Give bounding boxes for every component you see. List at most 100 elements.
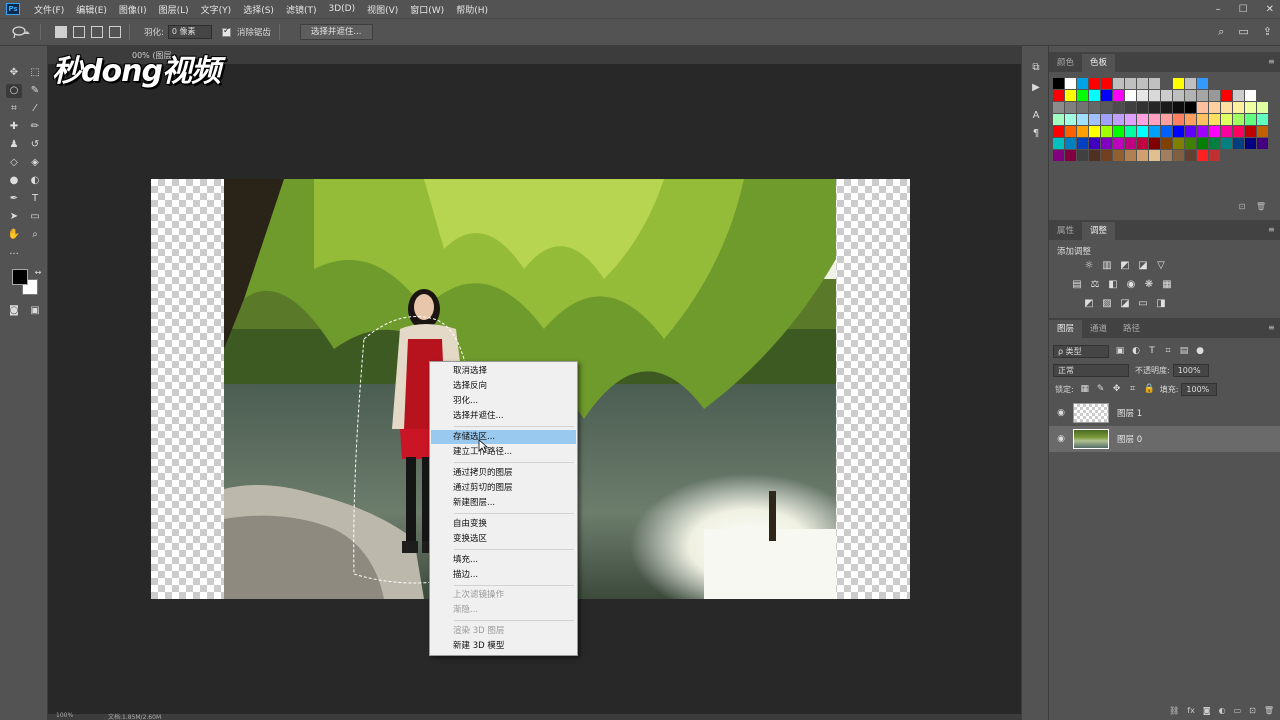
color-swatch[interactable] [1137,78,1148,89]
color-swatch[interactable] [1149,138,1160,149]
ctx-save-selection[interactable]: 存储选区... [431,430,576,444]
healing-tool-icon[interactable]: ✚ [6,120,22,134]
color-swatch[interactable] [1185,150,1196,161]
tab-adjustments[interactable]: 调整 [1082,222,1116,240]
pen-tool-icon[interactable]: ✒ [6,192,22,206]
minimize-icon[interactable]: – [1216,4,1221,15]
color-swatch[interactable] [1065,138,1076,149]
color-swatch[interactable] [1125,138,1136,149]
character-panel-icon[interactable]: A [1030,110,1042,122]
ctx-select-and-mask[interactable]: 选择并遮住... [431,409,576,423]
path-select-tool-icon[interactable]: ➤ [6,210,22,224]
foreground-color-swatch[interactable] [12,269,28,285]
history-panel-icon[interactable]: ⧉ [1030,62,1042,74]
color-swatch[interactable] [1185,114,1196,125]
visibility-eye-icon[interactable]: ◉ [1055,408,1067,418]
tab-paths[interactable]: 路径 [1115,320,1148,338]
crop-tool-icon[interactable]: ⌗ [6,102,22,116]
ctx-transform-selection[interactable]: 变换选区 [431,532,576,546]
color-swatch[interactable] [1245,114,1256,125]
color-swatch[interactable] [1077,102,1088,113]
antialias-checkbox[interactable] [221,26,231,37]
curves-icon[interactable]: ◩ [1119,260,1131,272]
quick-mask-icon[interactable]: ◙ [6,304,22,318]
color-swatch[interactable] [1197,150,1208,161]
link-layers-icon[interactable]: ⛓ [1169,706,1179,720]
color-swatch[interactable] [1245,90,1256,101]
hue-saturation-icon[interactable]: ▤ [1071,279,1083,291]
menu-file[interactable]: 文件(F) [28,3,70,16]
threshold-icon[interactable]: ◪ [1119,298,1131,310]
levels-icon[interactable]: ▥ [1101,260,1113,272]
color-swatch[interactable] [1125,78,1136,89]
color-swatch[interactable] [1149,78,1160,89]
color-swatch[interactable] [1065,126,1076,137]
color-swatch[interactable] [1161,126,1172,137]
color-swatch[interactable] [1077,138,1088,149]
color-swatch[interactable] [1221,114,1232,125]
menu-layer[interactable]: 图层(L) [153,3,195,16]
color-swatch[interactable] [1065,102,1076,113]
color-swatch[interactable] [1137,126,1148,137]
color-swatch[interactable] [1089,126,1100,137]
layer-row[interactable]: ◉ 图层 0 [1049,426,1280,452]
color-swatch[interactable] [1161,78,1172,89]
layer-row[interactable]: ◉ 图层 1 [1049,400,1280,426]
brush-tool-icon[interactable]: ✏ [27,120,43,134]
color-swatch[interactable] [1101,114,1112,125]
color-swatch[interactable] [1089,150,1100,161]
dodge-tool-icon[interactable]: ◐ [27,174,43,188]
color-swatch[interactable] [1125,126,1136,137]
color-swatch[interactable] [1257,102,1268,113]
color-swatch[interactable] [1077,90,1088,101]
filter-toggle-icon[interactable]: ● [1195,346,1205,356]
menu-filter[interactable]: 滤镜(T) [280,3,323,16]
color-swatch[interactable] [1173,126,1184,137]
tab-properties[interactable]: 属性 [1049,222,1082,240]
color-swatch[interactable] [1173,90,1184,101]
delete-layer-icon[interactable]: 🗑 [1264,706,1274,720]
color-swatch[interactable] [1185,138,1196,149]
color-swatch[interactable] [1209,114,1220,125]
color-swatch[interactable] [1233,102,1244,113]
tab-swatches[interactable]: 色板 [1082,54,1116,72]
color-swatch[interactable] [1113,78,1124,89]
color-swatch[interactable] [1101,138,1112,149]
filter-type-icon[interactable]: T [1147,346,1157,356]
ctx-layer-via-copy[interactable]: 通过拷贝的图层 [431,466,576,480]
color-swatch[interactable] [1053,114,1064,125]
tab-channels[interactable]: 通道 [1082,320,1115,338]
selective-color-icon[interactable]: ◨ [1155,298,1167,310]
filter-smart-object-icon[interactable]: ▤ [1179,346,1189,356]
color-swatch[interactable] [1245,102,1256,113]
ctx-select-inverse[interactable]: 选择反向 [431,379,576,393]
color-swatch[interactable] [1161,90,1172,101]
color-swatch[interactable] [1053,138,1064,149]
color-swatch[interactable] [1077,114,1088,125]
color-swatch[interactable] [1077,126,1088,137]
color-swatch[interactable] [1197,102,1208,113]
color-swatch[interactable] [1101,90,1112,101]
invert-icon[interactable]: ◩ [1083,298,1095,310]
color-swatch[interactable] [1161,102,1172,113]
color-swatch[interactable] [1149,150,1160,161]
channel-mixer-icon[interactable]: ❋ [1143,279,1155,291]
color-swatch[interactable] [1197,126,1208,137]
color-swatch[interactable] [1065,78,1076,89]
lasso-tool-icon[interactable]: ○ [6,84,22,98]
subtract-selection-icon[interactable] [91,26,103,38]
color-swatch[interactable] [1197,90,1208,101]
adjustment-layer-icon[interactable]: ◐ [1219,706,1226,720]
tab-layers[interactable]: 图层 [1049,320,1083,338]
search-icon[interactable]: ⌕ [1218,25,1224,39]
color-swatch[interactable] [1053,150,1064,161]
color-swatch[interactable] [1209,150,1220,161]
ctx-free-transform[interactable]: 自由变换 [431,517,576,531]
share-icon[interactable]: ⇪ [1263,25,1272,39]
intersect-selection-icon[interactable] [109,26,121,38]
color-swatch[interactable] [1137,138,1148,149]
color-swatch[interactable] [1137,114,1148,125]
swap-colors-icon[interactable]: ↔ [30,266,46,280]
color-swatch[interactable] [1065,90,1076,101]
feather-input[interactable]: 0 像素 [167,25,212,39]
